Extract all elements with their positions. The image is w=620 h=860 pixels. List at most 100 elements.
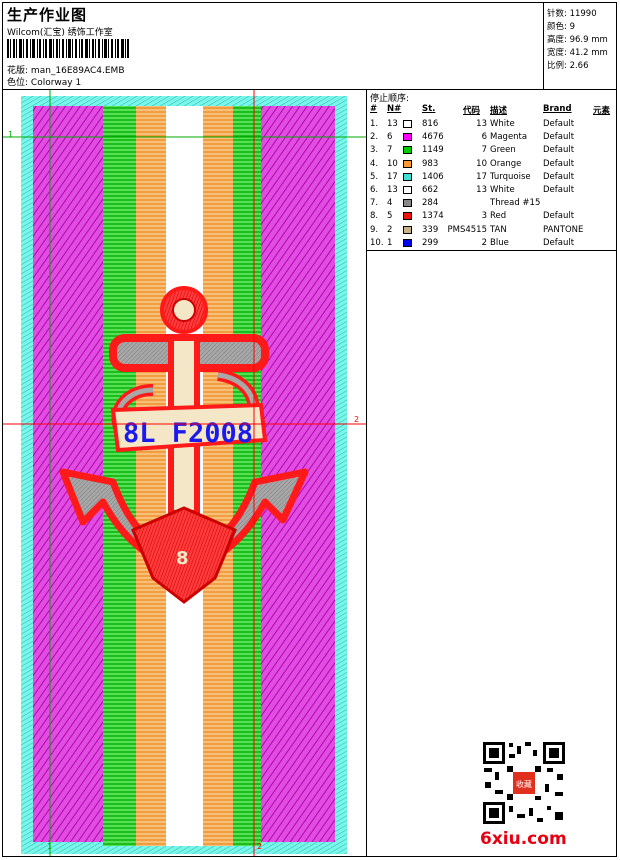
header: 生产作业图 Wilcom(汇宝) 绣饰工作室 花版: man_16E89AC4.… xyxy=(3,3,616,90)
col-header-desc: 描述 xyxy=(490,106,508,116)
sequence-cell-code: 6 xyxy=(481,132,487,143)
sequence-cell-st: 662 xyxy=(422,185,439,195)
sequence-cell-st: 4676 xyxy=(422,132,444,143)
sequence-row: 7. 4 284 Thread #15 xyxy=(367,197,616,210)
embroidery-text: 8L F2008 xyxy=(123,418,253,449)
color-count: 颜色: 9 xyxy=(547,22,575,32)
color-swatch xyxy=(403,199,412,208)
sequence-cell-code: 3 xyxy=(481,211,487,222)
sequence-cell-code: PMS4515 xyxy=(447,224,488,235)
sequence-cell-desc: TAN xyxy=(490,224,507,235)
colorway: 色位: Colorway 1 xyxy=(7,78,82,88)
design-stats: 针数: 11990 颜色: 9 高度: 96.9 mm 宽度: 41.2 mm … xyxy=(543,3,617,89)
sequence-cell-num: 7. xyxy=(370,198,379,209)
sequence-cell-brand: Default xyxy=(543,211,575,222)
sequence-cell-st: 1374 xyxy=(422,211,444,222)
sequence-cell-n: 5 xyxy=(387,211,393,222)
design-height: 高度: 96.9 mm xyxy=(547,35,608,45)
color-sequence-panel: 停止顺序: # N# St. 代码 描述 Brand 元素 1. 13 816 13 W… xyxy=(367,90,616,251)
color-swatch xyxy=(403,146,412,155)
sequence-row: 8. 5 1374 3 Red Default xyxy=(367,210,616,223)
company-name: Wilcom(汇宝) 绣饰工作室 xyxy=(7,28,113,38)
color-swatch xyxy=(403,212,412,221)
qr-stamp-text: 收藏 xyxy=(516,779,532,789)
sequence-row: 5. 17 1406 17 Turquoise Default xyxy=(367,171,616,184)
sequence-cell-num: 9. xyxy=(370,224,379,235)
sequence-row: 9. 2 339 PMS4515 TAN PANTONE xyxy=(367,224,616,237)
sequence-cell-num: 4. xyxy=(370,158,379,169)
sequence-cell-num: 8. xyxy=(370,211,379,222)
col-header-brand: Brand xyxy=(543,104,572,114)
sequence-cell-brand: Default xyxy=(543,119,575,129)
emblem-letter: 8 xyxy=(176,548,189,569)
design-preview: 8L F2008 8 1 1 2 2 xyxy=(3,90,367,856)
sequence-cell-brand: Default xyxy=(543,132,575,143)
sequence-cell-n: 10 xyxy=(387,158,398,169)
sequence-cell-st: 339 xyxy=(422,224,439,235)
sequence-cell-code: 13 xyxy=(476,185,487,195)
sequence-cell-n: 17 xyxy=(387,171,398,182)
sequence-row: 3. 7 1149 7 Green Default xyxy=(367,144,616,157)
sequence-row: 2. 6 4676 6 Magenta Default xyxy=(367,131,616,144)
color-swatch xyxy=(403,133,412,142)
embroidery-artwork: 8L F2008 8 xyxy=(3,90,366,856)
sequence-cell-n: 6 xyxy=(387,132,393,143)
sequence-cell-desc: White xyxy=(490,185,515,195)
col-header-st: St. xyxy=(422,104,436,114)
site-watermark[interactable]: 6xiu.com xyxy=(480,829,567,849)
sequence-cell-st: 284 xyxy=(422,198,439,209)
sequence-cell-st: 299 xyxy=(422,237,439,248)
sequence-cell-brand: Default xyxy=(543,237,575,248)
sequence-cell-code: 2 xyxy=(481,237,487,248)
sequence-cell-num: 6. xyxy=(370,185,379,195)
sequence-cell-num: 2. xyxy=(370,132,379,143)
sequence-cell-brand: Default xyxy=(543,145,575,156)
sequence-cell-n: 13 xyxy=(387,119,398,129)
sequence-cell-n: 7 xyxy=(387,145,393,156)
sequence-row: 4. 10 983 10 Orange Default xyxy=(367,158,616,171)
color-swatch xyxy=(403,159,412,168)
sequence-row: 1. 13 816 13 White Default xyxy=(367,118,616,131)
sequence-cell-n: 4 xyxy=(387,198,393,209)
sequence-cell-desc: Turquoise xyxy=(490,171,531,182)
sequence-title: 停止顺序: xyxy=(370,94,410,104)
sequence-cell-st: 816 xyxy=(422,119,439,129)
sequence-cell-num: 1. xyxy=(370,119,379,129)
guide-label-v1: 1 xyxy=(47,842,53,851)
sequence-cell-brand: PANTONE xyxy=(543,224,584,235)
sequence-cell-st: 1149 xyxy=(422,145,444,156)
guide-label-h1: 1 xyxy=(8,130,14,139)
sequence-cell-code: 17 xyxy=(476,171,487,182)
col-header-n: N# xyxy=(387,104,402,114)
col-header-element: 元素 xyxy=(593,106,611,116)
sequence-cell-desc: Thread #15 xyxy=(490,198,541,209)
sequence-cell-st: 1406 xyxy=(422,171,444,182)
sequence-row: 10. 1 299 2 Blue Default xyxy=(367,237,616,250)
stitch-count: 针数: 11990 xyxy=(547,9,597,19)
sequence-cell-brand: Default xyxy=(543,171,575,182)
guide-label-v2: 2 xyxy=(257,842,263,851)
sequence-cell-desc: Green xyxy=(490,145,516,156)
col-header-code: 代码 xyxy=(463,106,481,116)
production-sheet: 生产作业图 Wilcom(汇宝) 绣饰工作室 花版: man_16E89AC4.… xyxy=(2,2,617,857)
page-title: 生产作业图 xyxy=(7,6,88,24)
design-width: 宽度: 41.2 mm xyxy=(547,48,608,58)
design-scale: 比例: 2.66 xyxy=(547,61,589,71)
sequence-cell-code: 13 xyxy=(476,119,487,129)
sequence-cell-num: 3. xyxy=(370,145,379,156)
sequence-cell-desc: Orange xyxy=(490,158,522,169)
guide-label-h2: 2 xyxy=(354,415,360,424)
color-swatch xyxy=(403,172,412,181)
sequence-cell-n: 1 xyxy=(387,237,393,248)
sequence-row: 6. 13 662 13 White Default xyxy=(367,184,616,197)
sequence-cell-code: 10 xyxy=(476,158,487,169)
sequence-cell-desc: White xyxy=(490,119,515,129)
sequence-cell-desc: Blue xyxy=(490,237,509,248)
col-header-num: # xyxy=(370,104,378,114)
sequence-cell-code: 7 xyxy=(481,145,487,156)
color-swatch xyxy=(403,238,412,247)
sequence-cell-brand: Default xyxy=(543,158,575,169)
color-swatch xyxy=(403,186,412,194)
qr-code: 收藏 xyxy=(481,740,567,826)
sequence-cell-n: 13 xyxy=(387,185,398,195)
